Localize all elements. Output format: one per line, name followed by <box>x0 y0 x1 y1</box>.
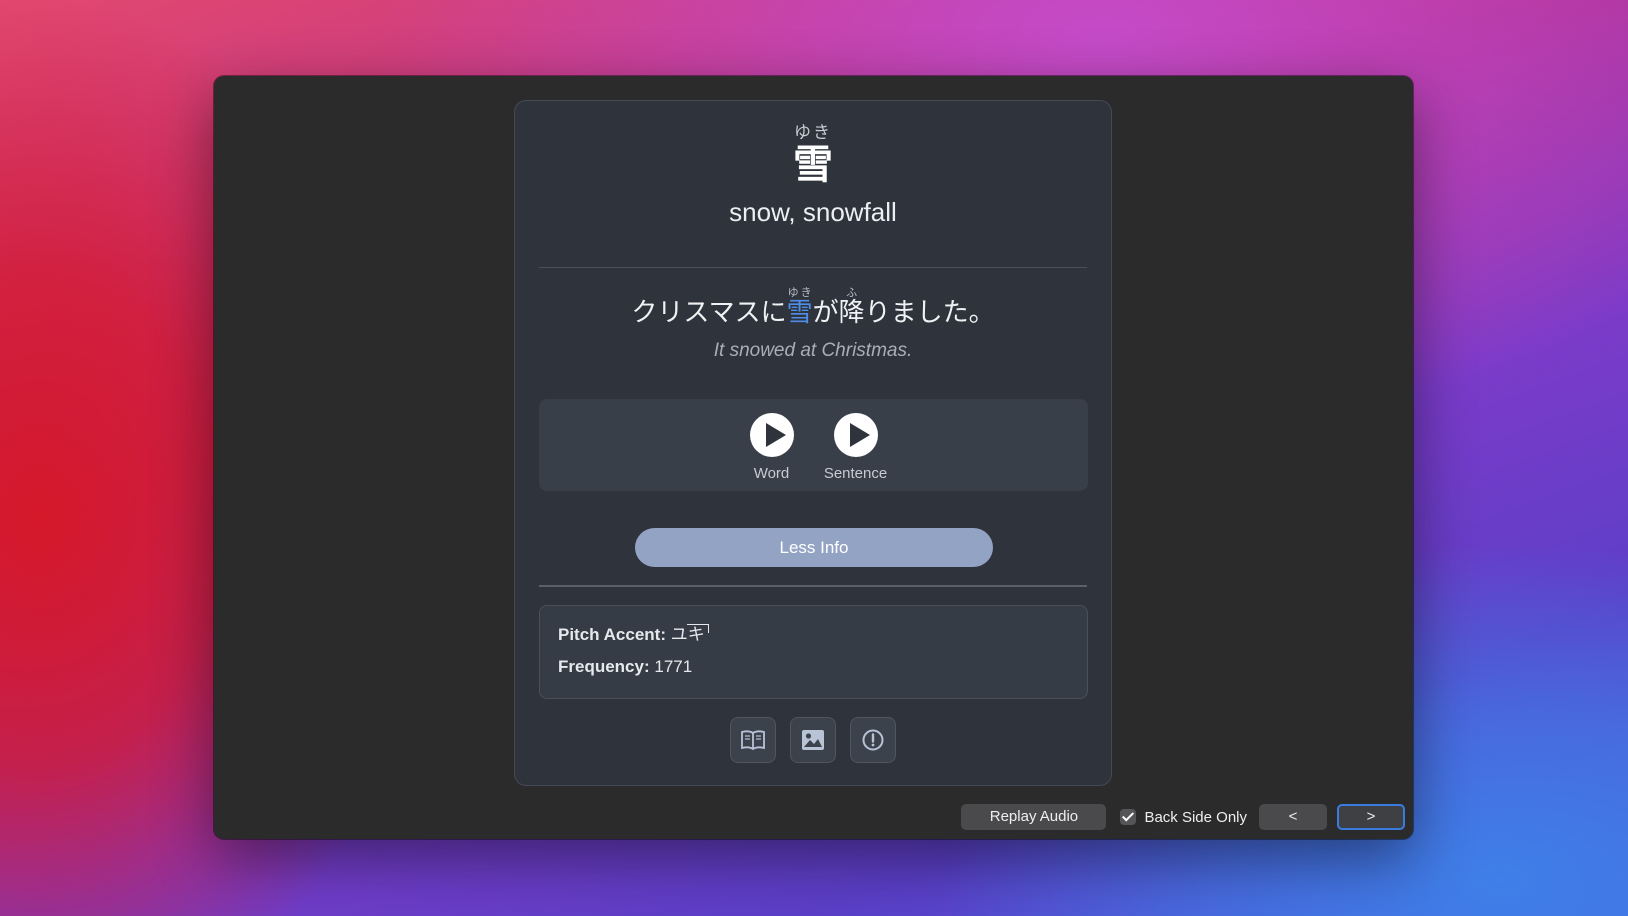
frequency-label: Frequency: <box>558 657 650 676</box>
previous-button[interactable]: < <box>1259 804 1327 830</box>
pitch-accent-label: Pitch Accent: <box>558 625 667 644</box>
back-side-only-toggle[interactable]: Back Side Only <box>1120 809 1247 826</box>
pitch-accent-value: ユキ <box>671 624 709 646</box>
play-icon <box>749 413 794 457</box>
image-icon <box>802 730 824 750</box>
divider <box>539 585 1087 587</box>
divider <box>539 267 1087 268</box>
sentence-kanji-reading: ふ <box>838 287 865 299</box>
image-button[interactable] <box>790 717 836 763</box>
word-block: ゆき 雪 <box>515 123 1111 187</box>
sentence-target-reading: ゆき <box>786 287 813 299</box>
pitch-accent-graph <box>686 624 709 633</box>
play-sentence-button[interactable]: Sentence <box>823 413 888 482</box>
sentence-part: クリスマスに <box>631 297 787 327</box>
frequency-value: 1771 <box>654 657 693 676</box>
report-button[interactable] <box>850 717 896 763</box>
word-reading: ゆき <box>794 123 832 142</box>
frequency-row: Frequency: 1771 <box>558 656 1069 678</box>
sentence-target-word: 雪ゆき <box>786 287 813 327</box>
sentence-target-kanji: 雪 <box>786 297 813 327</box>
alert-icon <box>862 729 884 751</box>
sentence-kanji: 降ふ <box>838 287 865 327</box>
pitch-accent-row: Pitch Accent: ユキ <box>558 624 1069 646</box>
info-panel: Pitch Accent: ユキ Frequency: 1771 <box>539 605 1088 699</box>
sentence-kanji-char: 降 <box>838 297 865 327</box>
word-meaning: snow, snowfall <box>729 197 897 227</box>
dictionary-button[interactable] <box>730 717 776 763</box>
example-sentence: クリスマスに雪ゆきが降ふりました。 <box>515 287 1111 329</box>
sentence-translation: It snowed at Christmas. <box>713 340 913 361</box>
sentence-part: が <box>812 297 839 327</box>
less-info-button[interactable]: Less Info <box>635 528 993 567</box>
play-icon <box>833 413 878 457</box>
audio-panel: Word Sentence <box>539 399 1088 491</box>
card-actions <box>515 717 1111 763</box>
checkbox-checked-icon[interactable] <box>1120 809 1137 825</box>
app-window: ゆき 雪 snow, snowfall クリスマスに雪ゆきが降ふりました。 It… <box>214 76 1413 839</box>
play-word-button[interactable]: Word <box>742 413 802 482</box>
word-kanji: 雪 <box>793 143 833 187</box>
play-word-label: Word <box>753 465 790 482</box>
back-side-only-label: Back Side Only <box>1144 808 1247 826</box>
sentence-part: りました。 <box>864 297 995 327</box>
next-button[interactable]: > <box>1337 804 1405 830</box>
replay-audio-button[interactable]: Replay Audio <box>961 804 1107 830</box>
bottom-toolbar: Replay Audio Back Side Only < > <box>961 804 1405 830</box>
play-sentence-label: Sentence <box>823 465 888 482</box>
flashcard: ゆき 雪 snow, snowfall クリスマスに雪ゆきが降ふりました。 It… <box>514 100 1112 786</box>
book-icon <box>741 730 765 751</box>
